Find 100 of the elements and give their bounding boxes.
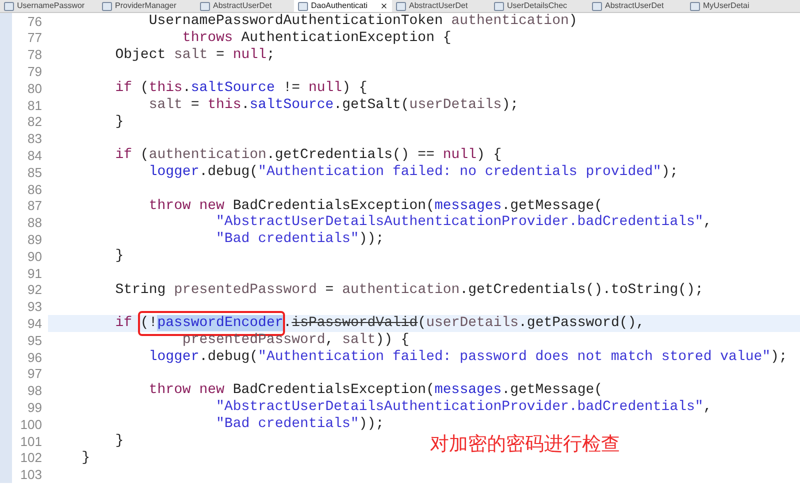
editor-tab[interactable]: AbstractUserDet bbox=[588, 0, 686, 12]
code-token: "AbstractUserDetailsAuthenticationProvider.badCredentials" bbox=[215, 398, 704, 416]
line-number: 93 bbox=[26, 298, 42, 316]
code-token: if bbox=[114, 146, 132, 166]
line-number: 86 bbox=[26, 180, 42, 199]
code-token: authentication bbox=[451, 12, 569, 31]
code-token: .getMessage( bbox=[502, 196, 603, 214]
line-number: 101 bbox=[19, 432, 42, 451]
code-token: saltSource bbox=[190, 79, 275, 98]
code-token: null bbox=[442, 146, 476, 164]
code-token: ); bbox=[661, 163, 678, 182]
code-token: presentedPassword bbox=[181, 331, 326, 350]
code-token: )); bbox=[358, 230, 384, 250]
code-token: messages bbox=[434, 196, 502, 214]
code-token: } bbox=[80, 448, 90, 468]
code-token: if bbox=[114, 314, 134, 334]
line-number: 98 bbox=[26, 382, 42, 400]
code-token: this bbox=[148, 79, 182, 98]
code-token: ( bbox=[139, 79, 149, 98]
code-token: presentedPassword bbox=[174, 280, 317, 300]
code-token: authentication bbox=[148, 146, 266, 164]
line-number: 91 bbox=[26, 264, 42, 283]
line-number: 88 bbox=[26, 214, 42, 232]
line-number: 81 bbox=[26, 96, 42, 115]
editor-tab[interactable]: AbstractUserDet bbox=[392, 0, 490, 12]
code-token: "Bad credentials" bbox=[215, 415, 359, 434]
code-token: Object bbox=[114, 46, 167, 64]
code-token: String bbox=[114, 280, 167, 300]
code-token: ( bbox=[418, 314, 426, 334]
code-token: . bbox=[283, 314, 292, 332]
code-token: .getMessage( bbox=[502, 381, 603, 400]
line-number: 103 bbox=[19, 466, 42, 484]
code-token: , bbox=[325, 331, 335, 350]
editor-tab[interactable]: DaoAuthenticati bbox=[294, 0, 392, 12]
editor-tab[interactable]: UserDetailsChec bbox=[490, 0, 588, 12]
code-token: = bbox=[215, 46, 226, 64]
editor-tab[interactable]: MyUserDetai bbox=[686, 0, 784, 12]
code-token: .debug( bbox=[199, 163, 258, 182]
code-token: ); bbox=[770, 348, 788, 367]
code-token: authentication bbox=[342, 280, 460, 300]
code-token: .getCredentials().toString(); bbox=[460, 280, 704, 300]
code-token: salt bbox=[148, 96, 182, 115]
code-token: } bbox=[114, 247, 124, 266]
line-number: 77 bbox=[26, 29, 42, 48]
code-token: .getPassword(), bbox=[518, 314, 645, 334]
code-token: = bbox=[190, 96, 200, 115]
code-token: salt bbox=[174, 46, 208, 64]
code-token: .getCredentials() == bbox=[266, 146, 436, 164]
line-number: 80 bbox=[26, 80, 42, 98]
code-token: ) { bbox=[342, 79, 368, 98]
code-token: ; bbox=[266, 46, 275, 64]
line-number: 84 bbox=[26, 147, 42, 166]
code-token: , bbox=[703, 398, 712, 418]
line-number: 87 bbox=[26, 197, 42, 216]
code-token: .debug( bbox=[199, 348, 258, 367]
code-token: if bbox=[114, 79, 132, 98]
code-token: passwordEncoder bbox=[157, 315, 284, 332]
code-token: ( bbox=[139, 146, 149, 166]
line-number: 97 bbox=[26, 365, 42, 384]
close-icon[interactable] bbox=[380, 2, 388, 10]
line-number: 82 bbox=[26, 113, 42, 132]
code-token: )); bbox=[358, 415, 384, 434]
code-token: . bbox=[182, 79, 191, 98]
editor-tab[interactable]: UsernamePasswor bbox=[0, 0, 98, 12]
code-token: . bbox=[241, 96, 250, 115]
code-token: != bbox=[282, 79, 302, 98]
code-token: UsernamePasswordAuthenticationToken bbox=[148, 12, 444, 30]
code-token: throws bbox=[181, 28, 233, 48]
code-token: this bbox=[208, 96, 242, 115]
line-number: 78 bbox=[26, 46, 42, 64]
code-token: saltSource bbox=[250, 96, 334, 115]
code-token: BadCredentialsException( bbox=[232, 196, 434, 214]
editor-tab[interactable]: AbstractUserDet bbox=[196, 0, 294, 12]
code-token: null bbox=[308, 79, 342, 98]
code-token: } bbox=[114, 432, 124, 451]
code-token: ) bbox=[568, 12, 578, 31]
code-token: userDetails bbox=[409, 96, 502, 115]
code-token: logger bbox=[148, 163, 200, 182]
code-token: null bbox=[232, 46, 266, 64]
code-token: salt bbox=[342, 331, 376, 350]
line-number: 90 bbox=[26, 248, 42, 266]
code-token: logger bbox=[148, 348, 200, 367]
code-token: messages bbox=[434, 381, 502, 400]
editor-tab[interactable]: ProviderManager bbox=[98, 0, 196, 12]
line-number: 79 bbox=[26, 63, 42, 82]
code-token: throw new bbox=[148, 196, 224, 214]
code-token: .getSalt( bbox=[334, 96, 410, 115]
code-token: "Authentication failed: no credentials provided" bbox=[258, 163, 662, 182]
code-token: AuthenticationException { bbox=[240, 28, 452, 48]
line-number: 96 bbox=[26, 348, 42, 367]
code-token: "Bad credentials" bbox=[215, 230, 359, 250]
line-number: 94 bbox=[26, 315, 42, 333]
annotation-caption: 对加密的密码进行检查 bbox=[430, 432, 620, 457]
code-token: , bbox=[703, 213, 712, 232]
code-token: = bbox=[324, 280, 335, 300]
code-token: (! bbox=[140, 315, 158, 332]
line-number: 95 bbox=[26, 332, 42, 350]
line-number: 92 bbox=[26, 281, 42, 300]
code-token: )) { bbox=[376, 331, 410, 350]
line-number: 99 bbox=[26, 398, 42, 417]
